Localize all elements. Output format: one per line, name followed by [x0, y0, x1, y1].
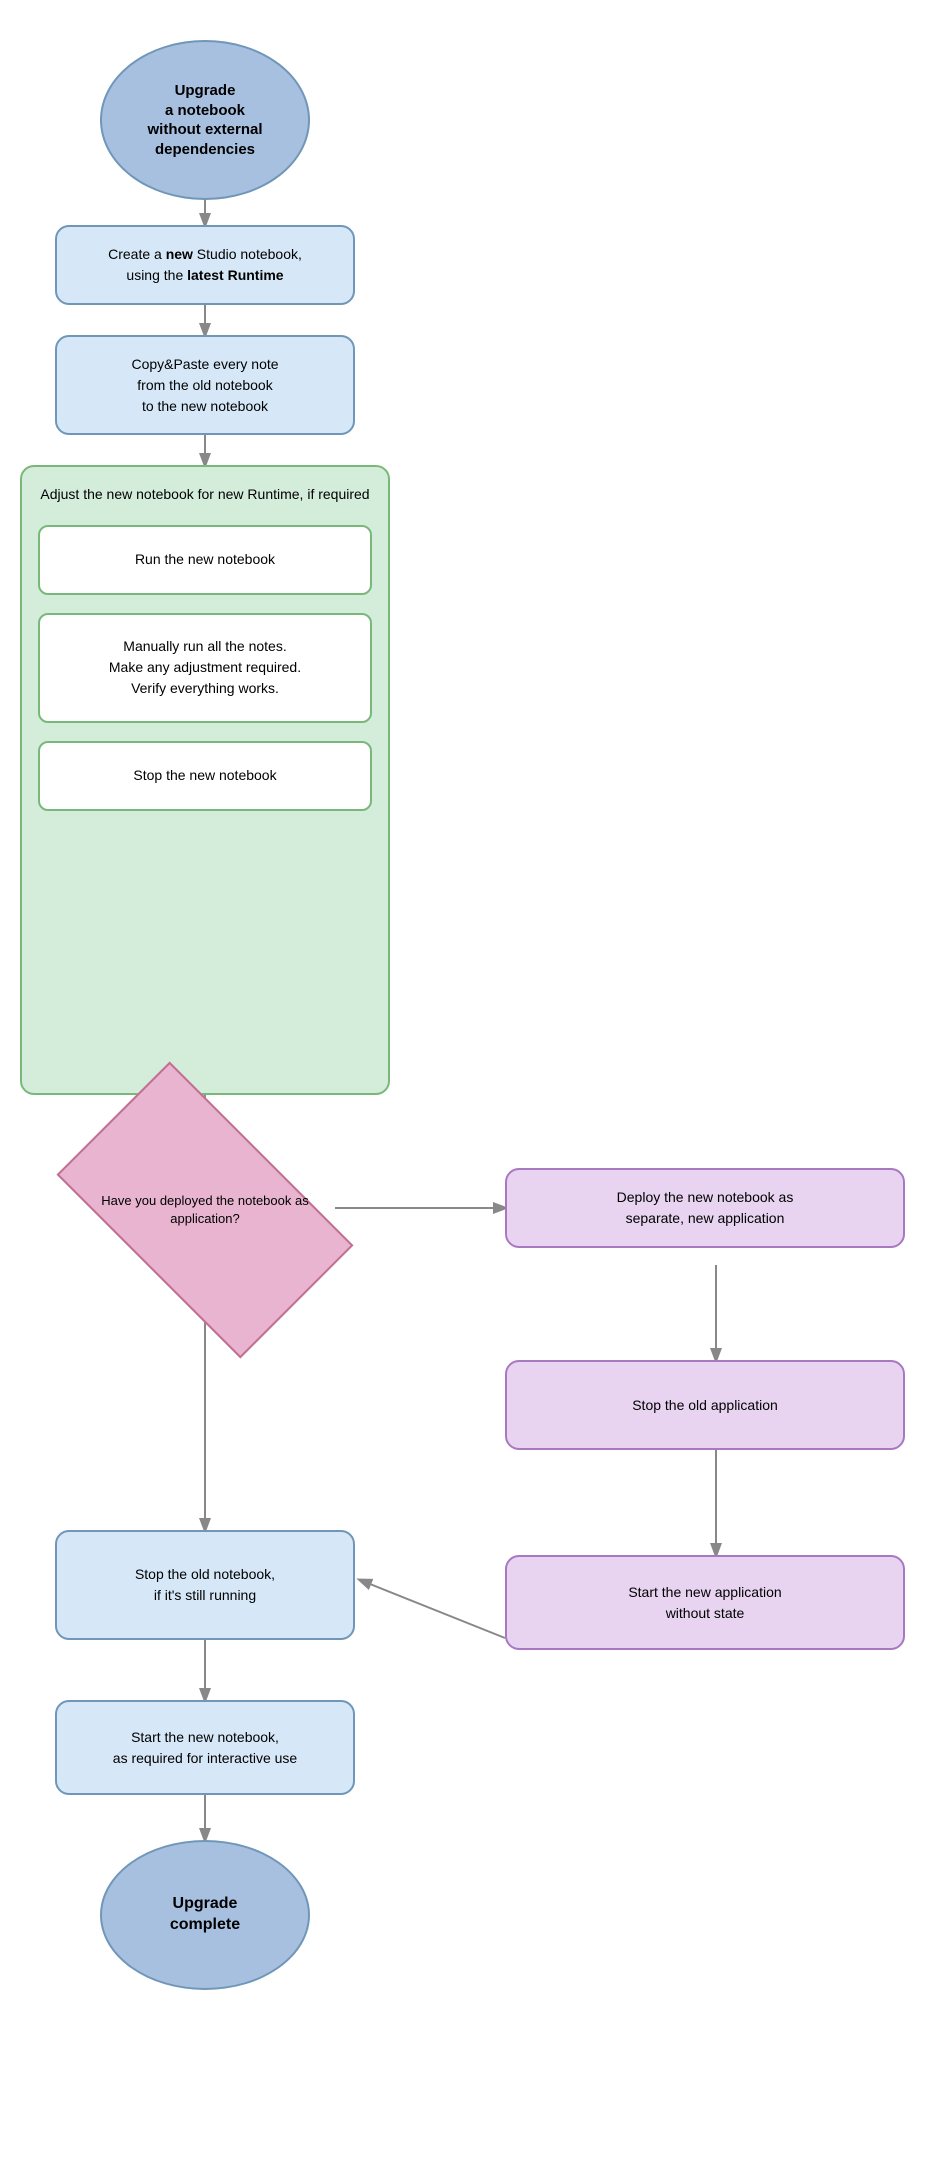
step3-outer-box: Adjust the new notebook for new Runtime,…: [20, 465, 390, 1095]
right1-label: Deploy the new notebook as separate, new…: [609, 1179, 802, 1237]
step2-label: Copy&Paste every note from the old noteb…: [123, 346, 286, 425]
end-circle: Upgrade complete: [100, 1840, 310, 1990]
step3c-label: Stop the new notebook: [133, 766, 276, 786]
step3a-label: Run the new notebook: [135, 550, 275, 570]
step1-label: Create a new Studio notebook,using the l…: [100, 236, 310, 294]
end-circle-label: Upgrade complete: [170, 1894, 240, 1936]
right1-box: Deploy the new notebook as separate, new…: [505, 1168, 905, 1248]
diamond-label: Have you deployed the notebook as applic…: [75, 1130, 335, 1290]
step2-box: Copy&Paste every note from the old noteb…: [55, 335, 355, 435]
step3a-box: Run the new notebook: [38, 525, 372, 595]
start-circle-label: Upgrade a notebook without external depe…: [147, 81, 262, 159]
start-circle: Upgrade a notebook without external depe…: [100, 40, 310, 200]
right3-label: Start the new application without state: [620, 1574, 789, 1632]
right2-box: Stop the old application: [505, 1360, 905, 1450]
diagram: Upgrade a notebook without external depe…: [0, 20, 928, 2130]
step4-label: Stop the old notebook, if it's still run…: [127, 1556, 283, 1614]
step5-box: Start the new notebook, as required for …: [55, 1700, 355, 1795]
right2-label: Stop the old application: [624, 1387, 786, 1424]
step1-box: Create a new Studio notebook,using the l…: [55, 225, 355, 305]
right3-box: Start the new application without state: [505, 1555, 905, 1650]
step3b-box: Manually run all the notes. Make any adj…: [38, 613, 372, 723]
step3b-label: Manually run all the notes. Make any adj…: [109, 636, 301, 699]
step4-box: Stop the old notebook, if it's still run…: [55, 1530, 355, 1640]
step3-outer-label: Adjust the new notebook for new Runtime,…: [38, 485, 372, 505]
diamond-container: Have you deployed the notebook as applic…: [75, 1130, 335, 1290]
step5-label: Start the new notebook, as required for …: [105, 1719, 305, 1777]
step3c-box: Stop the new notebook: [38, 741, 372, 811]
